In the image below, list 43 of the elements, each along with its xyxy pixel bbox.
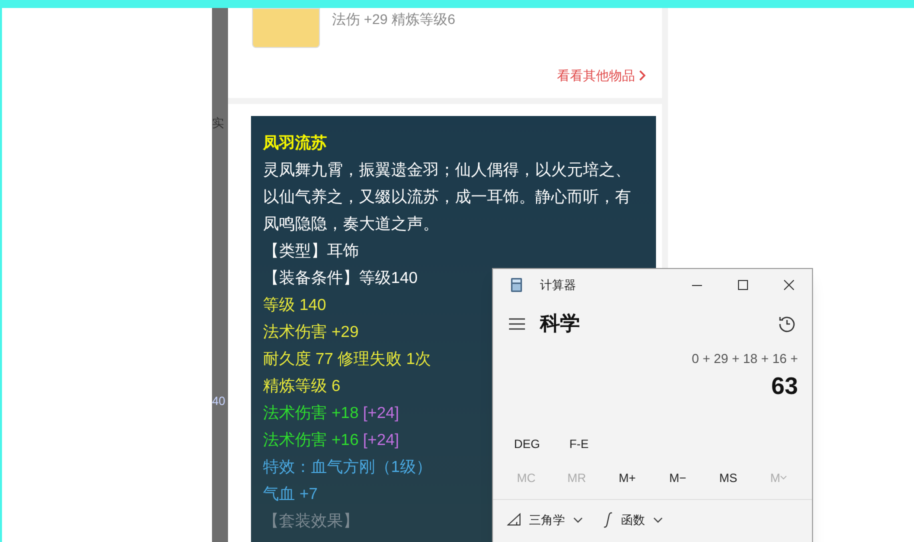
side-strip-text: 实: [212, 115, 225, 132]
item-attribute: 等级 140: [263, 296, 326, 316]
close-icon: [784, 280, 794, 290]
chevron-right-icon: [639, 70, 646, 82]
item-attribute: 法术伤害 +29: [263, 322, 359, 342]
triangle-icon: [507, 513, 521, 526]
menu-icon: [509, 318, 525, 330]
item-description: 灵凤舞九霄，振翼遗金羽；仙人偶得，以火元培之、以仙气养之，又缀以流苏，成一耳饰。静心而听，有凤鸣隐隐，奏大道之声。: [263, 160, 632, 234]
item-attribute: 法术伤害 +16 [+24]: [263, 430, 400, 450]
menu-button[interactable]: [509, 316, 525, 332]
other-items-link[interactable]: 看看其他物品: [557, 66, 646, 86]
item-attribute: 气血 +7: [263, 484, 318, 504]
item-attribute: 耐久度 77 修理失败 1次: [263, 350, 432, 370]
expression-display: 0 + 29 + 18 + 16 +: [692, 350, 798, 368]
chevron-down-icon: [653, 516, 663, 522]
toolbar-dropdown[interactable]: 函数: [603, 510, 663, 528]
memory-button[interactable]: M+: [602, 464, 652, 490]
item-attribute: 【装备条件】等级140: [263, 268, 418, 288]
chevron-down-icon: [780, 475, 788, 480]
item-attribute: 法术伤害 +18 [+24]: [263, 404, 400, 424]
history-button[interactable]: [778, 315, 796, 333]
mode-toggle-button[interactable]: DEG: [501, 430, 553, 456]
item-image: [252, 8, 320, 48]
chevron-down-icon: [573, 516, 583, 522]
item-attribute: 精炼等级 6: [263, 376, 340, 396]
item-attribute: 特效：血气方刚（1级）: [263, 458, 432, 478]
toolbar-dropdown[interactable]: 三角学: [507, 510, 583, 528]
mode-title: 科学: [540, 312, 580, 337]
item-name: 凤羽流苏: [263, 133, 327, 154]
minimize-icon: [692, 284, 702, 286]
function-icon: [603, 512, 613, 528]
window-title: 计算器: [540, 277, 576, 294]
item-attribute: 【类型】耳饰: [263, 242, 359, 262]
calculator-icon: [511, 278, 522, 292]
memory-button[interactable]: MS: [703, 464, 754, 490]
memory-button[interactable]: M−: [652, 464, 703, 490]
history-icon: [778, 315, 796, 333]
mode-toggle-button[interactable]: F-E: [553, 430, 605, 456]
result-display: 63: [771, 372, 798, 400]
maximize-icon: [738, 280, 748, 290]
side-strip-text: 40: [212, 393, 226, 410]
item-attribute: 【套装效果】: [263, 512, 359, 532]
item-stats: 法伤 +29 精炼等级6: [332, 10, 456, 29]
